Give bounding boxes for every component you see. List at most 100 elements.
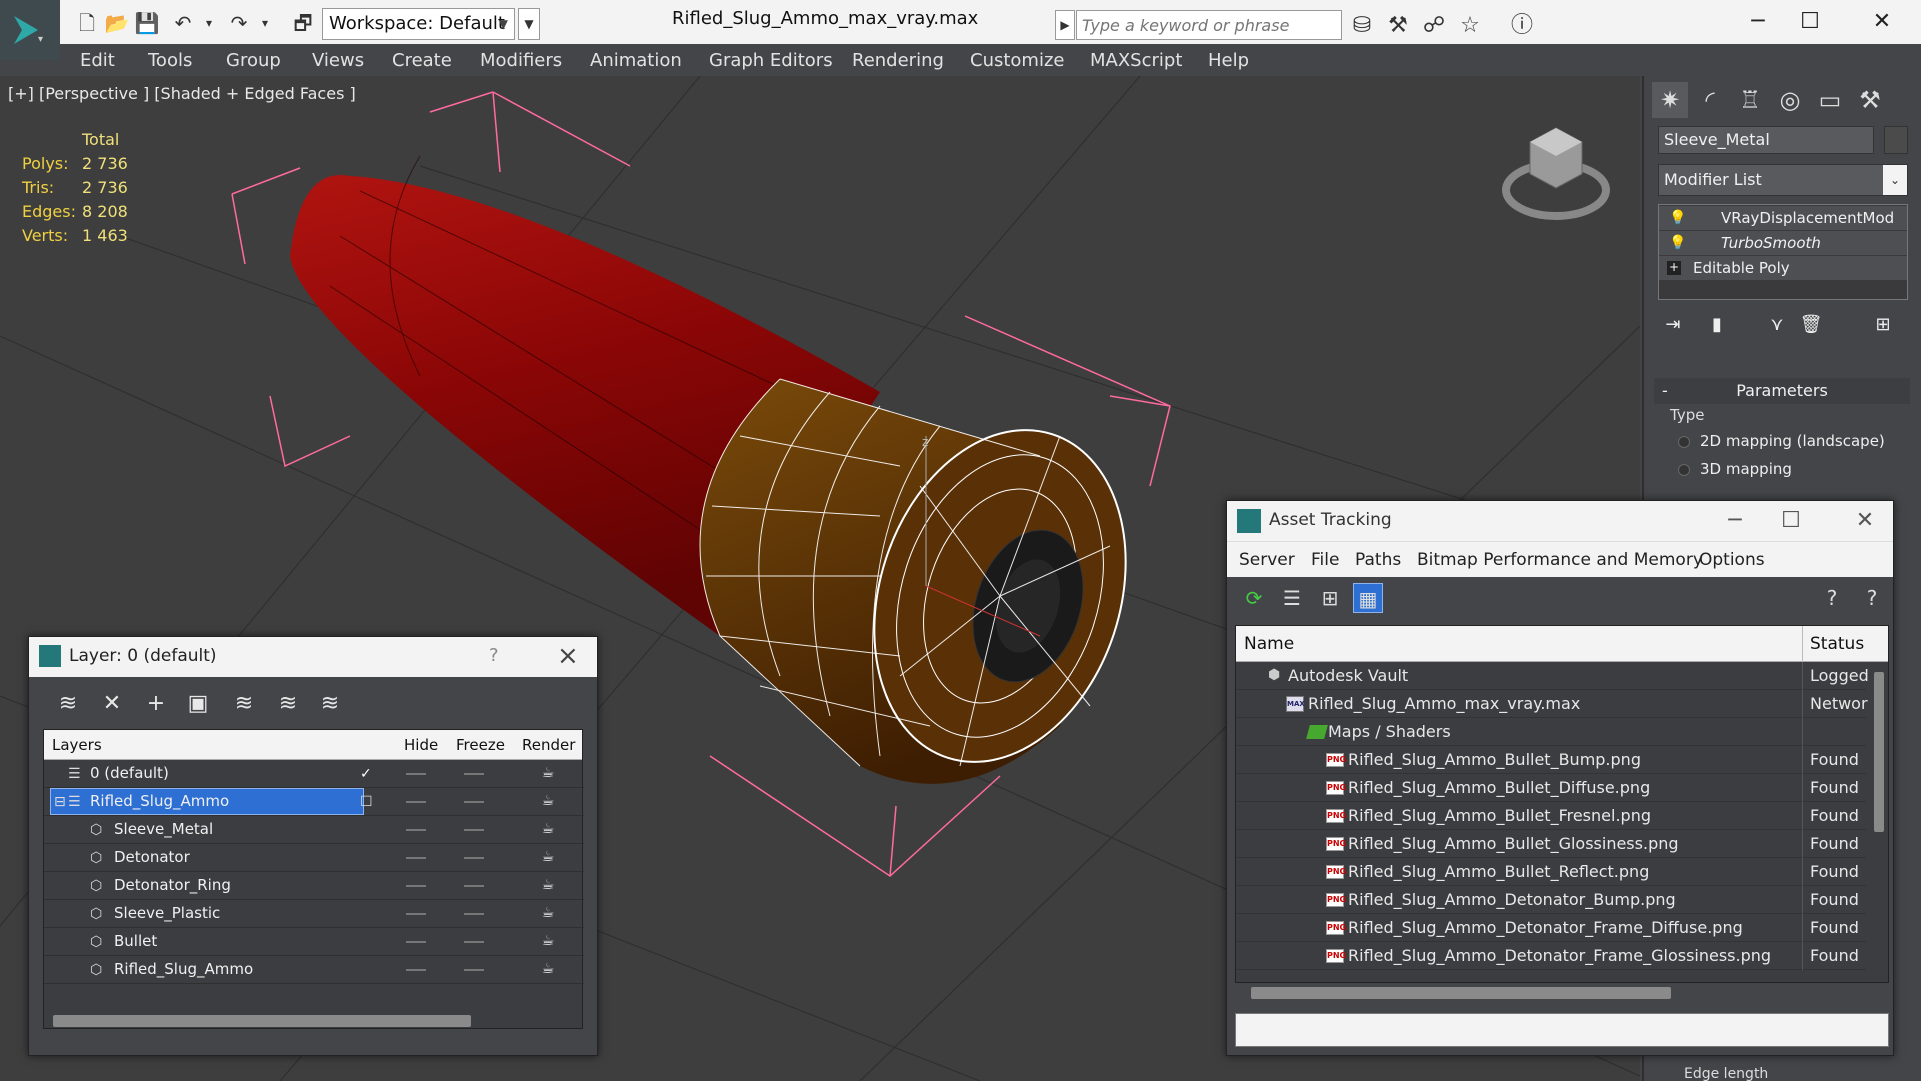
asset-row-map[interactable]: PNG Rifled_Slug_Ammo_Detonator_Frame_Glo… [1236, 942, 1866, 970]
render-teapot-icon[interactable]: ☕ [538, 765, 558, 781]
open-file-icon[interactable]: 📂 [104, 10, 130, 36]
asset-row-map[interactable]: PNG Rifled_Slug_Ammo_Bullet_Fresnel.png … [1236, 802, 1866, 830]
hide-toggle[interactable] [406, 829, 426, 831]
menu-animation[interactable]: Animation [590, 50, 682, 71]
column-separator[interactable] [1802, 626, 1803, 662]
minimize-icon[interactable]: ─ [1715, 505, 1755, 537]
asset-dialog-titlebar[interactable]: Asset Tracking ─ ☐ ✕ [1227, 501, 1893, 541]
viewcube-icon[interactable] [1500, 120, 1620, 230]
tools-icon[interactable]: ⚒ [1384, 12, 1412, 40]
layer-object-row[interactable]: ⬡ Rifled_Slug_Ammo ☕ [44, 956, 584, 984]
close-icon[interactable]: ✕ [1862, 6, 1902, 38]
asset-menu-server[interactable]: Server [1239, 550, 1295, 570]
asset-path-field[interactable] [1235, 1013, 1889, 1047]
menu-maxscript[interactable]: MAXScript [1090, 50, 1182, 71]
render-teapot-icon[interactable]: ☕ [538, 877, 558, 893]
search-input[interactable] [1076, 10, 1342, 40]
col-name[interactable]: Name [1244, 634, 1294, 654]
hide-toggle[interactable] [406, 773, 426, 775]
layer-object-row[interactable]: ⬡ Detonator_Ring ☕ [44, 872, 584, 900]
layer-object-row[interactable]: ⬡ Sleeve_Plastic ☕ [44, 900, 584, 928]
asset-row-scene-file[interactable]: MAX Rifled_Slug_Ammo_max_vray.max Networ [1236, 690, 1868, 718]
help-icon[interactable]: ⓘ [1508, 12, 1536, 40]
asset-row-map[interactable]: PNG Rifled_Slug_Ammo_Bullet_Reflect.png … [1236, 858, 1866, 886]
create-layer-icon[interactable]: ≋ [53, 689, 83, 719]
maximize-icon[interactable]: ☐ [1790, 6, 1830, 38]
col-hide[interactable]: Hide [404, 736, 438, 754]
asset-row-map[interactable]: PNG Rifled_Slug_Ammo_Bullet_Diffuse.png … [1236, 774, 1866, 802]
render-teapot-icon[interactable]: ☕ [538, 849, 558, 865]
hide-toggle[interactable] [406, 885, 426, 887]
display-tab-icon[interactable]: ▭ [1812, 82, 1848, 118]
workspace-selector[interactable]: Workspace: Default ▼ [322, 8, 515, 40]
render-teapot-icon[interactable]: ☕ [538, 933, 558, 949]
table-view-icon[interactable]: ▦ [1353, 583, 1383, 613]
asset-menu-bitmap[interactable]: Bitmap Performance and Memory [1417, 550, 1703, 570]
close-icon[interactable]: ✕ [1845, 505, 1885, 537]
object-name-field[interactable]: Sleeve_Metal [1658, 126, 1874, 154]
hierarchy-tab-icon[interactable]: ♖ [1732, 82, 1768, 118]
menu-group[interactable]: Group [226, 50, 281, 71]
set-active-layer-icon[interactable]: ☐ [360, 794, 376, 810]
select-objects-icon[interactable]: ▣ [183, 689, 213, 719]
utilities-tab-icon[interactable]: ⚒ [1852, 82, 1888, 118]
freeze-toggle[interactable] [464, 885, 484, 887]
active-layer-check-icon[interactable]: ✓ [360, 766, 376, 782]
asset-row-vault[interactable]: ⬢ Autodesk Vault Logged [1236, 662, 1869, 690]
object-color-swatch[interactable] [1884, 126, 1908, 154]
layer-object-row[interactable]: ⬡ Sleeve_Metal ☕ [44, 816, 584, 844]
freeze-toggle[interactable] [464, 829, 484, 831]
radio-2d-mapping[interactable]: 2D mapping (landscape) [1678, 432, 1918, 450]
maximize-icon[interactable]: ☐ [1771, 505, 1811, 537]
parameters-rollout-header[interactable]: - Parameters [1654, 378, 1910, 404]
asset-menu-paths[interactable]: Paths [1355, 550, 1401, 570]
binoculars-icon[interactable]: ⛁ [1348, 12, 1376, 40]
communication-icon[interactable]: ☍ [1420, 12, 1448, 40]
layer-row-default[interactable]: ☰ 0 (default) ✓ ☕ [44, 760, 584, 788]
delete-layer-icon[interactable]: ✕ [97, 689, 127, 719]
app-logo[interactable]: ▾ [0, 0, 60, 60]
create-tab-icon[interactable]: ✷ [1652, 82, 1688, 118]
layer-row-rifled-slug-ammo[interactable]: ⊟ ☰ Rifled_Slug_Ammo ☐ ☕ [44, 788, 584, 816]
asset-row-map[interactable]: PNG Rifled_Slug_Ammo_Detonator_Frame_Dif… [1236, 914, 1866, 942]
layer-object-row[interactable]: ⬡ Bullet ☕ [44, 928, 584, 956]
undo-dropdown-icon[interactable]: ▾ [196, 10, 222, 36]
make-unique-icon[interactable]: ⋎ [1762, 310, 1792, 340]
viewport-label[interactable]: [+] [Perspective ] [Shaded + Edged Faces… [8, 84, 356, 103]
menu-graph-editors[interactable]: Graph Editors [709, 50, 833, 71]
show-end-result-icon[interactable]: ▮ [1702, 310, 1732, 340]
menu-modifiers[interactable]: Modifiers [480, 50, 562, 71]
hide-toggle[interactable] [406, 941, 426, 943]
workspace-more-button[interactable]: ▼ [518, 8, 540, 40]
motion-tab-icon[interactable]: ◎ [1772, 82, 1808, 118]
search-expand-button[interactable]: ▶ [1055, 10, 1075, 40]
help-icon[interactable]: ? [489, 645, 499, 666]
col-status[interactable]: Status [1810, 634, 1864, 654]
menu-rendering[interactable]: Rendering [852, 50, 944, 71]
stack-item-vraydisplacement[interactable]: 💡 VRayDisplacementMod [1659, 206, 1907, 230]
asset-row-maps-folder[interactable]: Maps / Shaders [1236, 718, 1866, 746]
radio-3d-mapping[interactable]: 3D mapping [1678, 460, 1918, 478]
add-to-layer-icon[interactable]: + [141, 689, 171, 719]
stack-item-editable-poly[interactable]: + Editable Poly [1659, 256, 1907, 280]
render-teapot-icon[interactable]: ☕ [538, 905, 558, 921]
stack-item-turbosmooth[interactable]: 💡 TurboSmooth [1659, 231, 1907, 255]
undo-icon[interactable]: ↶ [170, 10, 196, 36]
close-icon[interactable]: × [557, 641, 579, 671]
asset-row-map[interactable]: PNG Rifled_Slug_Ammo_Detonator_Bump.png … [1236, 886, 1866, 914]
lightbulb-icon[interactable]: 💡 [1669, 231, 1686, 255]
save-file-icon[interactable]: 💾 [134, 10, 160, 36]
menu-help[interactable]: Help [1208, 50, 1249, 71]
col-freeze[interactable]: Freeze [456, 736, 505, 754]
lightbulb-icon[interactable]: 💡 [1669, 206, 1686, 230]
freeze-toggle[interactable] [464, 773, 484, 775]
hide-toggle[interactable] [406, 857, 426, 859]
hide-toggle[interactable] [406, 801, 426, 803]
vertical-scrollbar[interactable] [1874, 672, 1884, 832]
freeze-toggle[interactable] [464, 941, 484, 943]
modifier-list-dropdown[interactable]: Modifier List ⌄ [1658, 164, 1908, 196]
menu-create[interactable]: Create [392, 50, 452, 71]
col-render[interactable]: Render [522, 736, 575, 754]
menu-customize[interactable]: Customize [970, 50, 1064, 71]
menu-edit[interactable]: Edit [80, 50, 115, 71]
